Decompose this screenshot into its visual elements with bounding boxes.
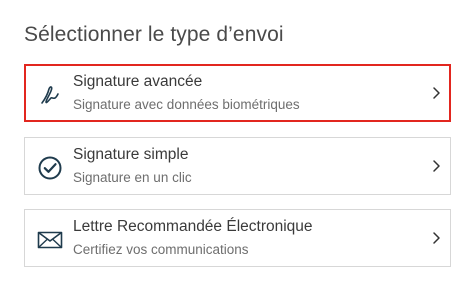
option-signature-avancee[interactable]: Signature avancée Signature avec données… bbox=[24, 64, 451, 122]
option-signature-simple[interactable]: Signature simple Signature en un clic bbox=[24, 137, 451, 195]
chevron-right-icon bbox=[431, 159, 441, 173]
option-description: Signature en un clic bbox=[73, 170, 192, 185]
envelope-icon bbox=[36, 226, 64, 254]
option-label: Signature simple bbox=[73, 146, 189, 163]
option-description: Certifiez vos communications bbox=[73, 242, 249, 257]
check-circle-icon bbox=[36, 154, 64, 182]
chevron-right-icon bbox=[431, 86, 441, 100]
option-description: Signature avec données biométriques bbox=[73, 97, 300, 112]
option-label: Signature avancée bbox=[73, 73, 203, 90]
signature-pen-icon bbox=[36, 81, 64, 109]
option-lettre-recommandee[interactable]: Lettre Recommandée Électronique Certifie… bbox=[24, 209, 451, 267]
page-title: Sélectionner le type d’envoi bbox=[24, 23, 284, 46]
chevron-right-icon bbox=[431, 231, 441, 245]
option-label: Lettre Recommandée Électronique bbox=[73, 218, 313, 235]
